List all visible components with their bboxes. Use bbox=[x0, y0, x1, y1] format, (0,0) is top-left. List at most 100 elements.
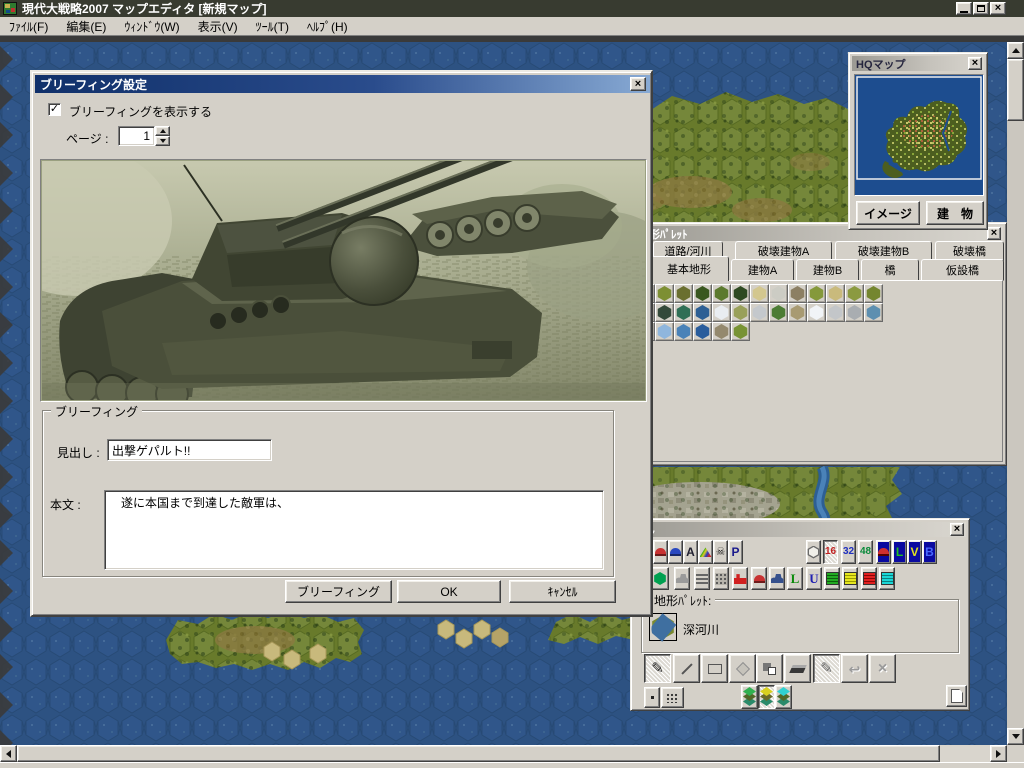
menu-item-tools[interactable]: ﾂｰﾙ(T) bbox=[247, 18, 298, 35]
terrain-tile-button[interactable] bbox=[693, 322, 712, 341]
menu-item-edit[interactable]: 編集(E) bbox=[57, 18, 115, 35]
restore-button[interactable] bbox=[973, 2, 989, 15]
scroll-down-button[interactable] bbox=[1007, 728, 1024, 745]
tool-undo-button[interactable]: ↩ bbox=[841, 654, 868, 683]
tool-dither-button[interactable] bbox=[713, 567, 729, 590]
tool-titlebar[interactable]: ﾂｰﾙ bbox=[634, 522, 966, 537]
tool-line-button[interactable] bbox=[673, 654, 700, 683]
hq-building-button[interactable]: 建 物 bbox=[926, 201, 984, 225]
tool-factory-button[interactable] bbox=[732, 567, 748, 590]
tool-unit-place-button[interactable] bbox=[674, 567, 690, 590]
terrain-tile-button[interactable] bbox=[712, 303, 731, 322]
scroll-left-button[interactable] bbox=[0, 745, 17, 762]
tool-red-marker-button[interactable] bbox=[653, 540, 668, 564]
tool-rectangle-button[interactable] bbox=[701, 654, 728, 683]
tool-zoom-32-button[interactable]: 32 bbox=[841, 540, 856, 564]
tab-destroyed-buildings-a[interactable]: 破壊建物A bbox=[735, 241, 832, 261]
page-spin-up-button[interactable] bbox=[155, 126, 170, 136]
hq-minimap[interactable] bbox=[854, 74, 984, 196]
tool-vehicle-button[interactable] bbox=[769, 567, 785, 590]
terrain-tile-button[interactable] bbox=[769, 284, 788, 303]
horizontal-scrollbar[interactable] bbox=[0, 745, 1007, 762]
heading-input[interactable]: 出撃ゲパルト!! bbox=[107, 439, 272, 461]
tool-layer-stack-yellow-button[interactable] bbox=[758, 685, 775, 709]
dialog-close-button[interactable]: × bbox=[630, 77, 646, 91]
menu-item-help[interactable]: ﾍﾙﾌﾟ(H) bbox=[298, 18, 357, 35]
dialog-titlebar[interactable]: ブリーフィング設定 bbox=[35, 75, 650, 93]
page-number-input[interactable]: 1 bbox=[118, 126, 155, 146]
tool-cyan-terrain-button[interactable] bbox=[879, 567, 895, 590]
terrain-tile-button[interactable] bbox=[731, 303, 750, 322]
tool-hex-outline-button[interactable] bbox=[806, 540, 821, 564]
terrain-tile-button[interactable] bbox=[788, 303, 807, 322]
tool-red-base-button[interactable] bbox=[751, 567, 767, 590]
terrain-tile-button[interactable] bbox=[807, 303, 826, 322]
ok-button[interactable]: OK bbox=[397, 580, 501, 603]
tab-destroyed-buildings-b[interactable]: 破壊建物B bbox=[835, 241, 932, 261]
terrain-tile-button[interactable] bbox=[864, 303, 883, 322]
tool-terrain-height-button[interactable] bbox=[698, 540, 713, 564]
terrain-tile-button[interactable] bbox=[674, 284, 693, 303]
tab-bridges[interactable]: 橋 bbox=[861, 259, 919, 281]
tool-zoom-16-button[interactable]: 16 bbox=[823, 540, 838, 564]
tool-unit-b-button[interactable]: B bbox=[922, 540, 937, 564]
tool-new-page-button[interactable] bbox=[946, 685, 967, 707]
menu-item-window[interactable]: ｳｨﾝﾄﾞｳ(W) bbox=[115, 18, 188, 35]
tool-unit-v-button[interactable]: V bbox=[907, 540, 922, 564]
terrain-tile-button[interactable] bbox=[674, 322, 693, 341]
terrain-tile-button[interactable] bbox=[750, 284, 769, 303]
minimize-button[interactable] bbox=[956, 2, 972, 15]
tool-skull-button[interactable]: ☠ bbox=[713, 540, 728, 564]
vertical-scrollbar[interactable] bbox=[1007, 42, 1024, 745]
tool-unit-red-button[interactable] bbox=[876, 540, 891, 564]
terrain-tile-button[interactable] bbox=[845, 284, 864, 303]
terrain-tile-button[interactable] bbox=[807, 284, 826, 303]
terrain-tile-button[interactable] bbox=[655, 303, 674, 322]
show-briefing-checkbox[interactable]: ✓ bbox=[48, 103, 61, 116]
terrain-tile-button[interactable] bbox=[731, 284, 750, 303]
menu-item-view[interactable]: 表示(V) bbox=[189, 18, 247, 35]
terrain-tile-button[interactable] bbox=[655, 322, 674, 341]
page-spin-down-button[interactable] bbox=[155, 136, 170, 146]
hq-map-titlebar[interactable]: HQマップ bbox=[852, 56, 984, 71]
tab-buildings-b[interactable]: 建物B bbox=[796, 259, 859, 281]
terrain-tile-button[interactable] bbox=[845, 303, 864, 322]
terrain-tile-button[interactable] bbox=[750, 303, 769, 322]
tool-eraser-button[interactable] bbox=[784, 654, 811, 683]
terrain-tile-button[interactable] bbox=[674, 303, 693, 322]
terrain-tile-button[interactable] bbox=[788, 284, 807, 303]
tool-single-dot-button[interactable] bbox=[644, 687, 660, 708]
selected-terrain-tile[interactable] bbox=[649, 613, 677, 641]
vertical-scroll-thumb[interactable] bbox=[1007, 59, 1024, 121]
tool-cancel-moves-button[interactable]: × bbox=[869, 654, 896, 683]
tool-green-hex-button[interactable] bbox=[651, 567, 669, 590]
tool-marker-button[interactable]: ✎ bbox=[813, 654, 840, 683]
terrain-tile-button[interactable] bbox=[712, 322, 731, 341]
terrain-tile-button[interactable] bbox=[693, 284, 712, 303]
hq-image-button[interactable]: イメージ bbox=[856, 201, 920, 225]
tool-blue-marker-button[interactable] bbox=[668, 540, 683, 564]
hq-map-close-button[interactable]: × bbox=[968, 57, 982, 70]
horizontal-scroll-thumb[interactable] bbox=[17, 745, 940, 762]
menu-item-file[interactable]: ﾌｧｲﾙ(F) bbox=[0, 18, 57, 35]
tool-layer-stack-green-button[interactable] bbox=[741, 685, 758, 709]
terrain-tile-button[interactable] bbox=[731, 322, 750, 341]
close-button[interactable]: × bbox=[990, 2, 1006, 15]
tool-pencil-button[interactable]: ✎ bbox=[644, 654, 671, 683]
tab-basic-terrain[interactable]: 基本地形 bbox=[649, 256, 729, 281]
terrain-tile-button[interactable] bbox=[712, 284, 731, 303]
tab-temporary-bridges[interactable]: 仮設橋 bbox=[921, 259, 1004, 281]
terrain-tile-button[interactable] bbox=[769, 303, 788, 322]
tool-letter-l-button[interactable]: L bbox=[787, 567, 803, 590]
tool-label-p-button[interactable]: P bbox=[728, 540, 743, 564]
terrain-palette-close-button[interactable]: × bbox=[987, 227, 1001, 240]
scroll-up-button[interactable] bbox=[1007, 42, 1024, 59]
tool-zoom-48-button[interactable]: 48 bbox=[858, 540, 873, 564]
tool-red-terrain-button[interactable] bbox=[861, 567, 877, 590]
terrain-tile-button[interactable] bbox=[693, 303, 712, 322]
briefing-button[interactable]: ブリーフィング bbox=[285, 580, 392, 603]
tool-green-terrain-button[interactable] bbox=[824, 567, 840, 590]
tool-multi-dot-button[interactable] bbox=[661, 687, 684, 708]
tool-layers-button[interactable] bbox=[694, 567, 710, 590]
tool-unit-l-button[interactable]: L bbox=[892, 540, 907, 564]
